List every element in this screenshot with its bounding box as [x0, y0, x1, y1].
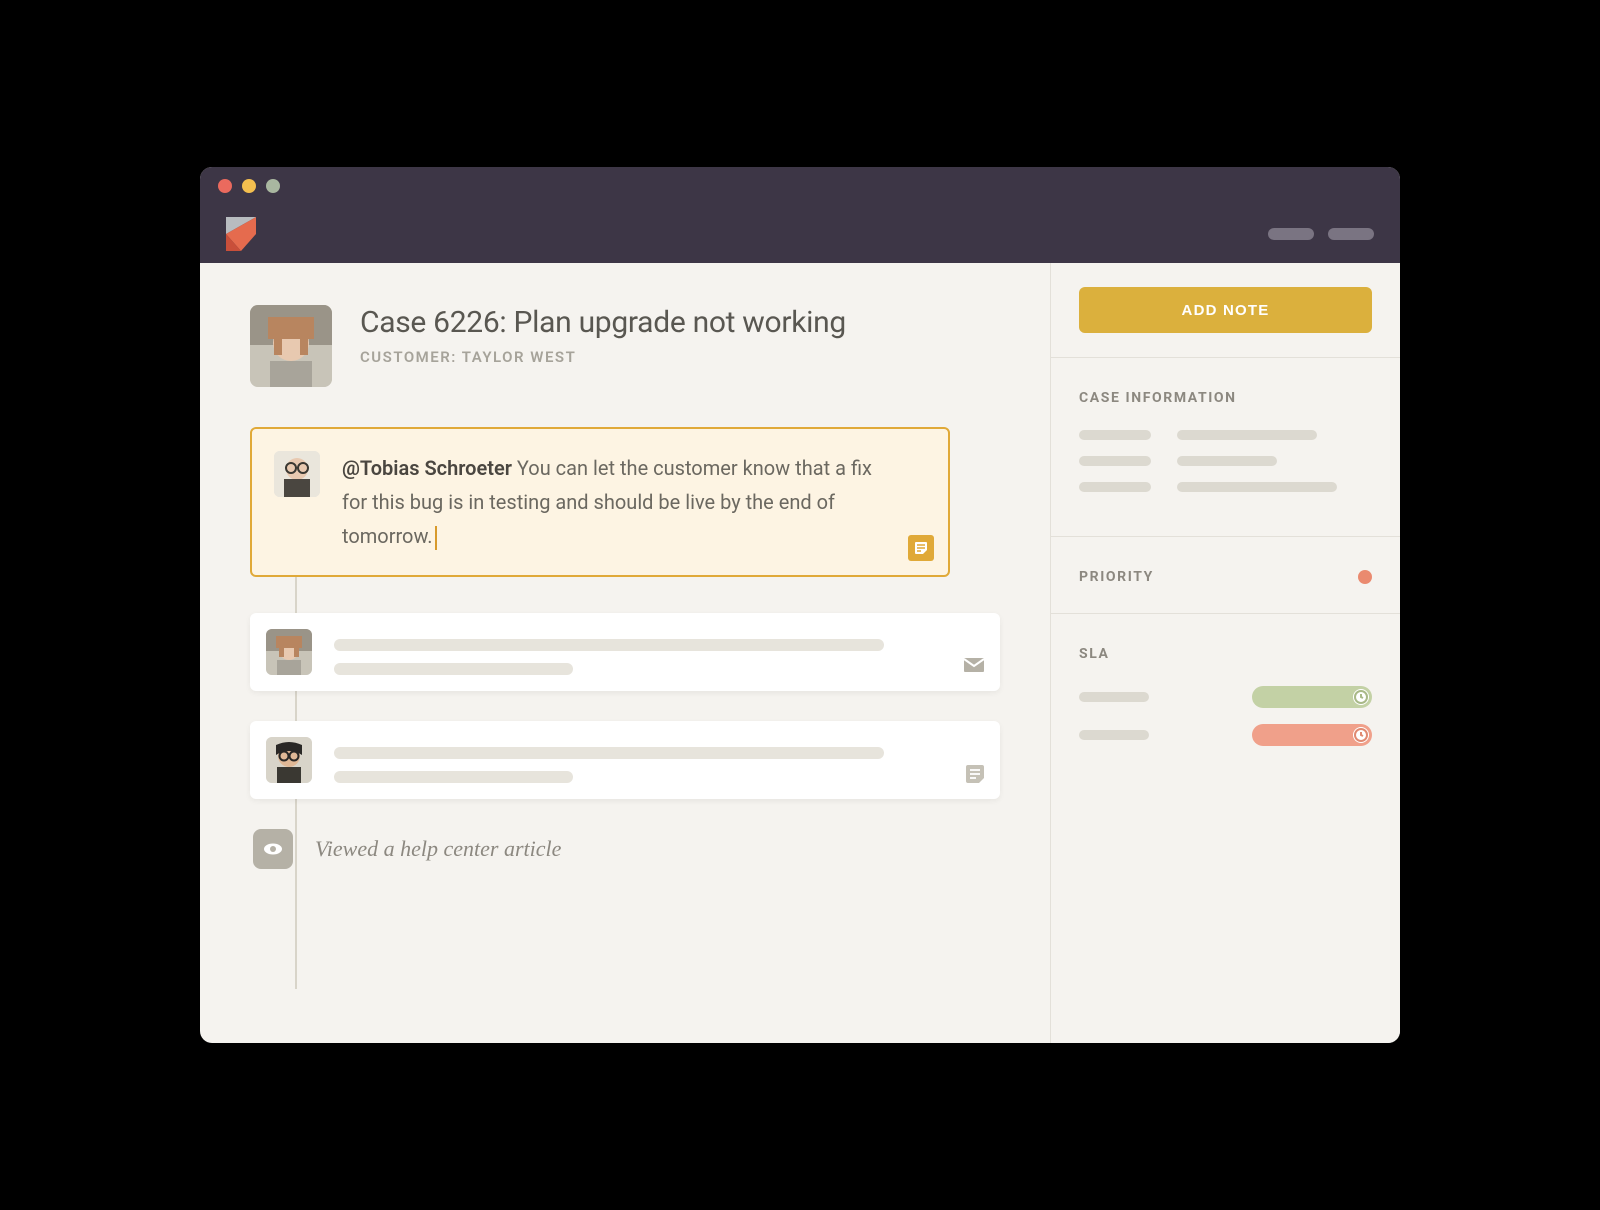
- priority-indicator[interactable]: [1358, 570, 1372, 584]
- message-author-avatar: [266, 737, 312, 783]
- envelope-icon: [962, 653, 986, 677]
- placeholder-label: [1079, 692, 1149, 702]
- placeholder-label: [1079, 456, 1151, 466]
- avatar-icon: [250, 305, 332, 387]
- placeholder-value: [1177, 482, 1337, 492]
- priority-heading: PRIORITY: [1079, 569, 1154, 585]
- sidebar-actions: ADD NOTE: [1051, 263, 1400, 358]
- activity-text: Viewed a help center article: [315, 836, 561, 862]
- activity-event: Viewed a help center article: [250, 829, 1000, 869]
- avatar-icon: [274, 451, 320, 497]
- window-minimize-button[interactable]: [242, 179, 256, 193]
- note-icon: [913, 540, 929, 556]
- case-title: Case 6226: Plan upgrade not working: [360, 305, 846, 340]
- placeholder-line: [334, 639, 884, 651]
- message-card-agent[interactable]: [250, 721, 1000, 799]
- placeholder-label: [1079, 482, 1151, 492]
- note-body: @Tobias Schroeter You can let the custom…: [342, 451, 878, 553]
- main-panel: Case 6226: Plan upgrade not working CUST…: [200, 263, 1050, 1043]
- add-note-button[interactable]: ADD NOTE: [1079, 287, 1372, 333]
- sla-row: [1079, 686, 1372, 708]
- sla-status-ok[interactable]: [1252, 686, 1372, 708]
- app-navbar: [200, 205, 1400, 263]
- clock-icon: [1353, 689, 1369, 705]
- window-zoom-button[interactable]: [266, 179, 280, 193]
- case-info-heading: CASE INFORMATION: [1079, 390, 1372, 406]
- window-close-button[interactable]: [218, 179, 232, 193]
- placeholder-label: [1079, 730, 1149, 740]
- navbar-actions: [1268, 228, 1374, 240]
- channel-email-icon: [962, 653, 986, 677]
- avatar-icon: [266, 737, 312, 783]
- message-card-customer[interactable]: [250, 613, 1000, 691]
- sla-row: [1079, 724, 1372, 746]
- customer-label: CUSTOMER: TAYLOR WEST: [360, 348, 846, 366]
- app-logo[interactable]: [226, 217, 256, 251]
- note-icon: [964, 763, 986, 785]
- eye-icon: [262, 838, 284, 860]
- sla-heading: SLA: [1079, 646, 1372, 662]
- placeholder-line: [334, 747, 884, 759]
- content-area: Case 6226: Plan upgrade not working CUST…: [200, 263, 1400, 1043]
- navbar-action-1[interactable]: [1268, 228, 1314, 240]
- case-timeline: @Tobias Schroeter You can let the custom…: [250, 427, 1000, 869]
- case-header: Case 6226: Plan upgrade not working CUST…: [250, 305, 1000, 387]
- sla-status-warning[interactable]: [1252, 724, 1372, 746]
- logo-icon: [226, 217, 256, 251]
- sla-section: SLA: [1051, 614, 1400, 790]
- message-preview: [334, 629, 932, 675]
- message-author-avatar: [266, 629, 312, 675]
- info-row: [1079, 430, 1372, 440]
- case-information-section: CASE INFORMATION: [1051, 358, 1400, 537]
- placeholder-value: [1177, 456, 1277, 466]
- note-type-badge: [908, 535, 934, 561]
- placeholder-value: [1177, 430, 1317, 440]
- placeholder-line: [334, 771, 573, 783]
- customer-avatar[interactable]: [250, 305, 332, 387]
- app-window: Case 6226: Plan upgrade not working CUST…: [200, 167, 1400, 1043]
- activity-badge: [253, 829, 293, 869]
- case-header-text: Case 6226: Plan upgrade not working CUST…: [360, 305, 846, 366]
- navbar-action-2[interactable]: [1328, 228, 1374, 240]
- info-row: [1079, 482, 1372, 492]
- internal-note-card[interactable]: @Tobias Schroeter You can let the custom…: [250, 427, 950, 577]
- message-preview: [334, 737, 932, 783]
- sidebar-panel: ADD NOTE CASE INFORMATION: [1050, 263, 1400, 1043]
- titlebar: [200, 167, 1400, 205]
- note-mention[interactable]: @Tobias Schroeter: [342, 456, 512, 480]
- avatar-icon: [266, 629, 312, 675]
- note-author-avatar: [274, 451, 320, 497]
- clock-icon: [1353, 727, 1369, 743]
- info-row: [1079, 456, 1372, 466]
- priority-section: PRIORITY: [1051, 537, 1400, 614]
- placeholder-line: [334, 663, 573, 675]
- placeholder-label: [1079, 430, 1151, 440]
- text-cursor: [435, 526, 437, 550]
- channel-note-icon: [964, 763, 986, 785]
